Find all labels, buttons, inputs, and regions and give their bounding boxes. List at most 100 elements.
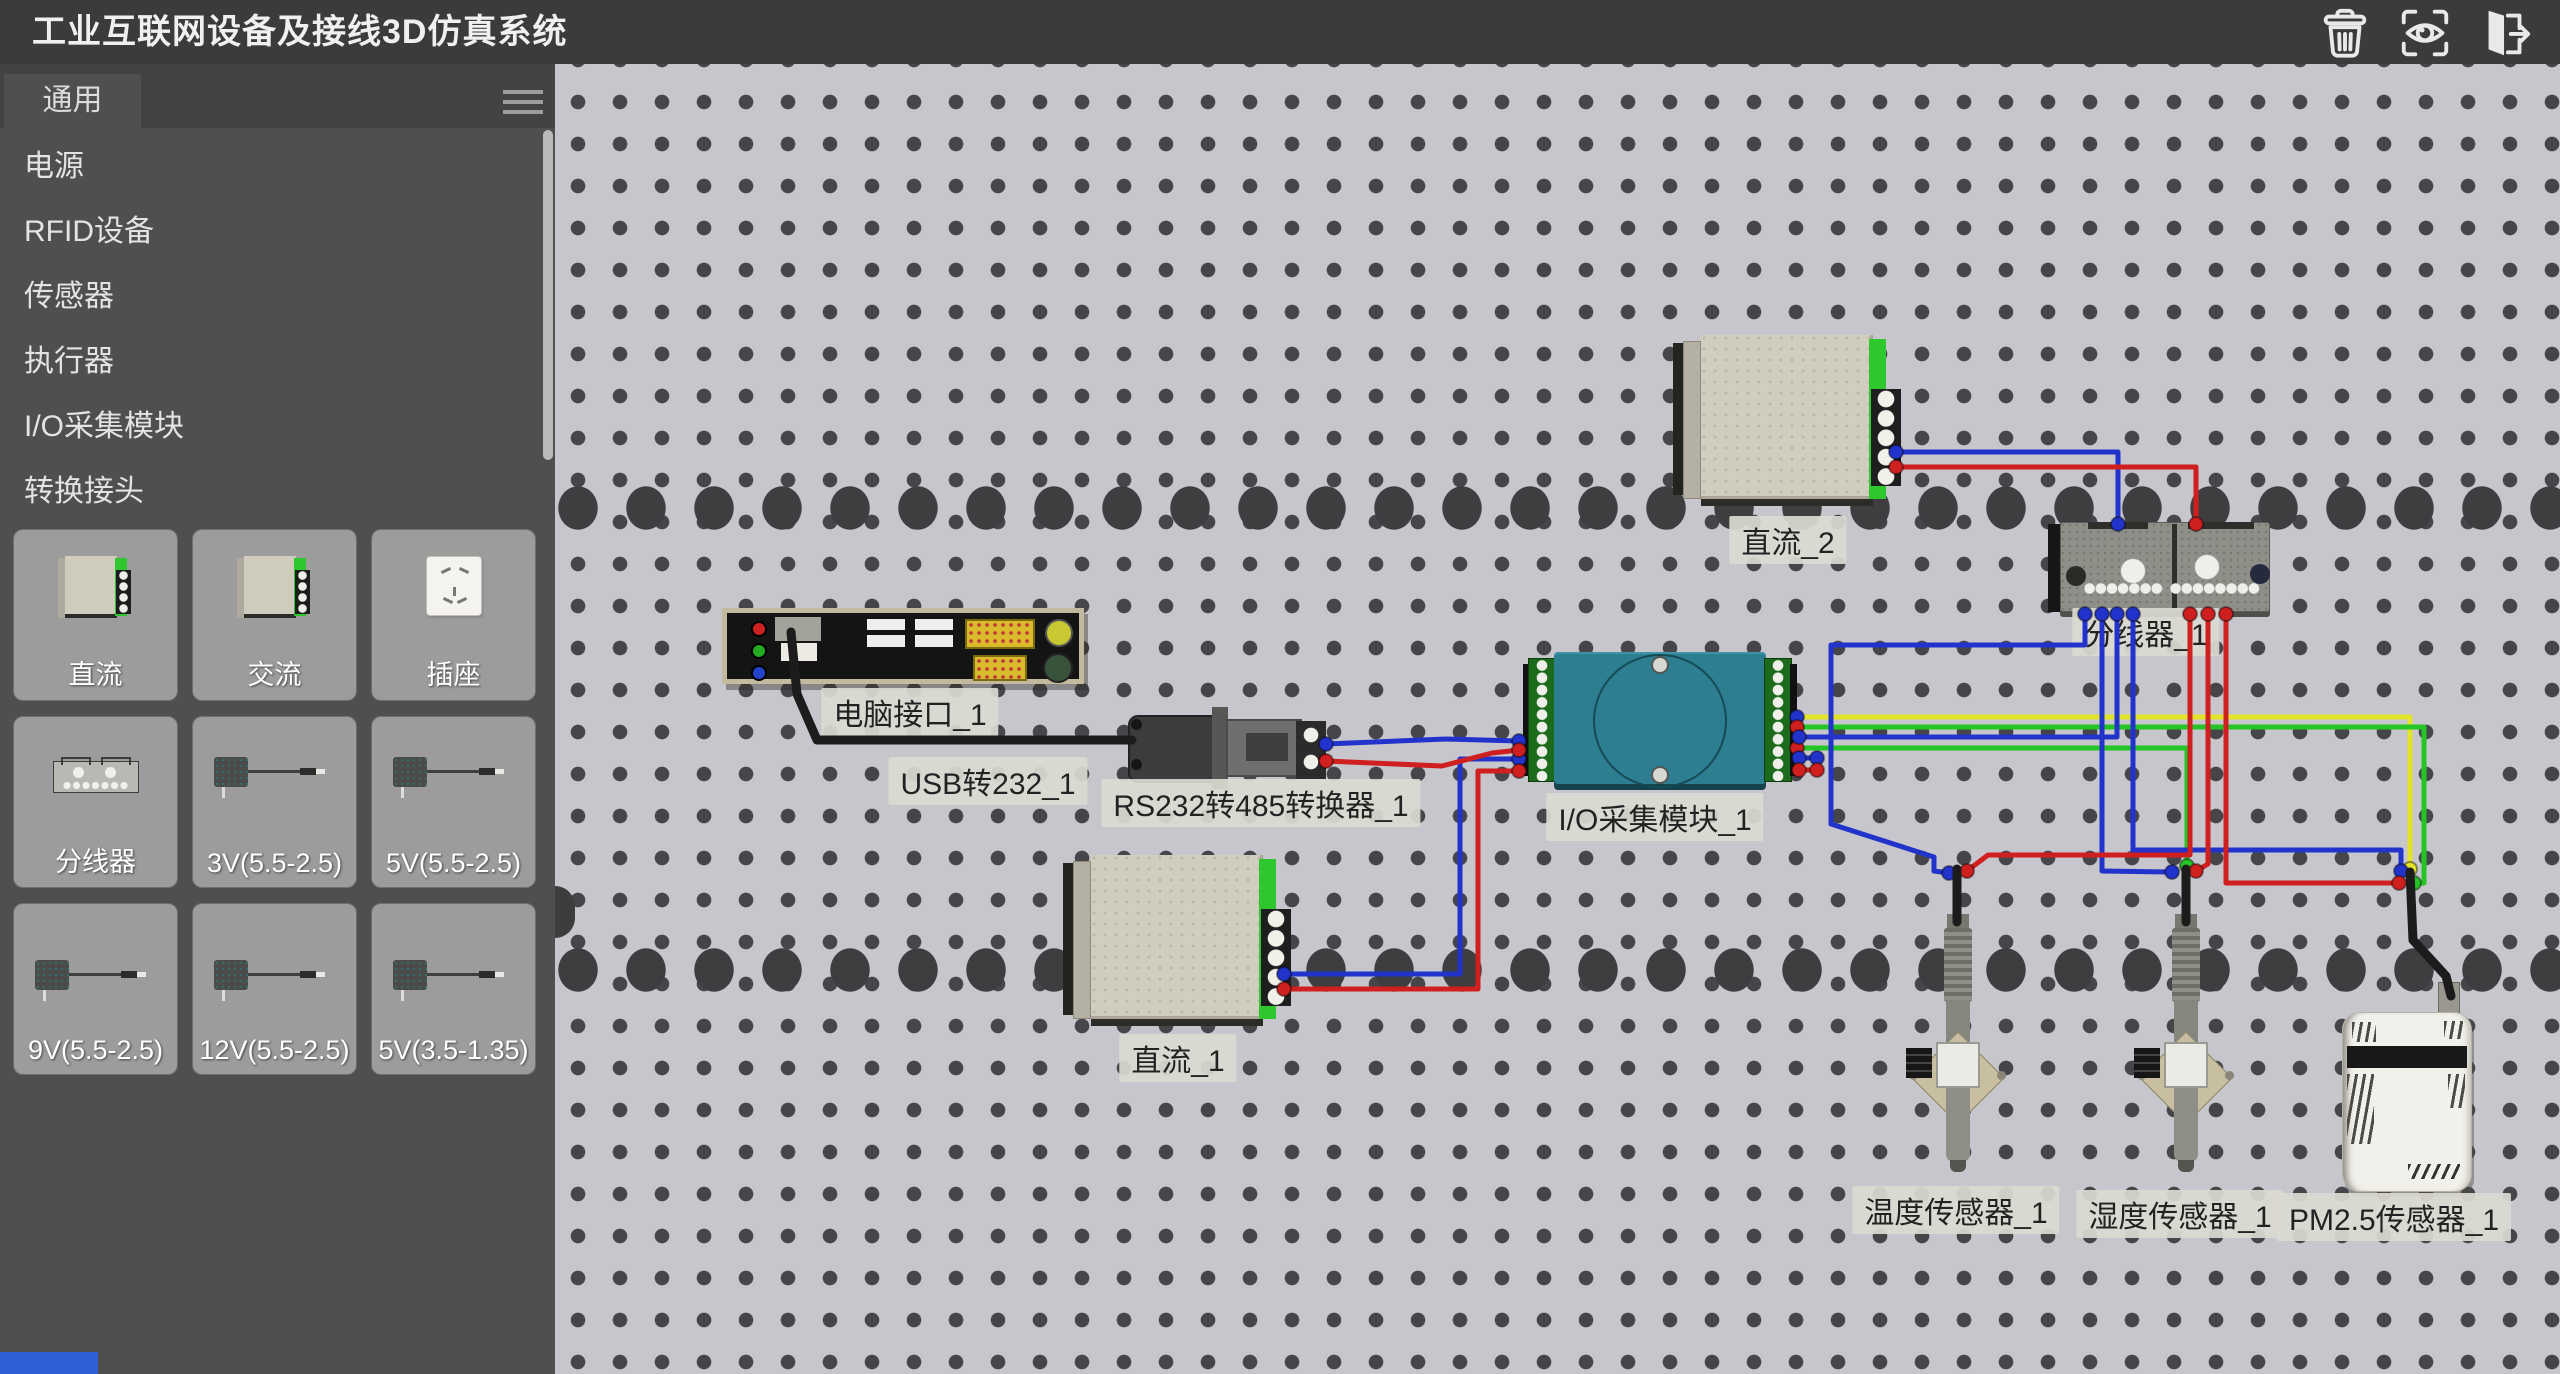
app-title: 工业互联网设备及接线3D仿真系统 xyxy=(32,0,567,64)
vent xyxy=(2347,1074,2374,1144)
dc-board-edge xyxy=(1073,861,1091,1019)
usb-port[interactable] xyxy=(915,619,953,647)
palette-item-12v-adapter[interactable]: 12V(5.5-2.5) xyxy=(192,903,357,1075)
screw xyxy=(1651,766,1669,784)
adapter-thumbnail xyxy=(214,753,336,803)
sensor-clamp xyxy=(2164,1042,2208,1088)
audio-jack-blue xyxy=(751,665,767,681)
adapter-thumbnail xyxy=(393,753,515,803)
palette-item-ac[interactable]: 交流 xyxy=(192,529,357,701)
palette-item-5v-adapter[interactable]: 5V(5.5-2.5) xyxy=(371,716,536,888)
device-label-tag: 分线器_1 xyxy=(2072,608,2219,656)
pm25-cable-gland xyxy=(2438,982,2460,1016)
dc-board-edge xyxy=(1063,863,1073,1015)
menu-item-rfid[interactable]: RFID设备 xyxy=(0,199,540,264)
device-dc-power-2[interactable] xyxy=(1673,335,1903,507)
exit-icon[interactable] xyxy=(2476,4,2534,62)
audio-jack-red xyxy=(751,621,767,637)
screw xyxy=(1131,719,1142,730)
device-label-tag: 湿度传感器_1 xyxy=(2076,1190,2283,1238)
pegboard-hole-band xyxy=(555,947,2560,993)
mount-hole xyxy=(1997,1071,2006,1080)
dc-board xyxy=(1091,855,1263,1019)
splitter-hole xyxy=(2066,566,2086,586)
device-temperature-sensor[interactable] xyxy=(1898,870,2018,1175)
dc-board-edge xyxy=(1683,341,1701,499)
sidebar: 通用 电源 RFID设备 传感器 执行器 I/O采集模块 转换接头 直流 交流 xyxy=(0,64,555,1374)
view-reset-icon[interactable] xyxy=(2396,4,2454,62)
serial-port[interactable] xyxy=(965,619,1035,649)
device-pc-interface[interactable] xyxy=(722,608,1084,684)
splitter-thumbnail xyxy=(53,757,139,797)
menu-item-power[interactable]: 电源 xyxy=(0,134,540,199)
palette-item-splitter[interactable]: 分线器 xyxy=(13,716,178,888)
sensor-pins xyxy=(1906,1048,1932,1078)
device-humidity-sensor[interactable] xyxy=(2126,870,2246,1175)
adapter-thumbnail xyxy=(214,956,336,1006)
round-connector xyxy=(1045,619,1073,647)
ac-board-thumbnail xyxy=(237,556,313,620)
adapter-thumbnail xyxy=(393,956,515,1006)
bottom-left-badge xyxy=(0,1352,98,1374)
palette-item-5v-small-adapter[interactable]: 5V(3.5-1.35) xyxy=(371,903,536,1075)
device-dc-power-1[interactable] xyxy=(1063,855,1293,1027)
rs485-terminal-block[interactable] xyxy=(1296,721,1326,779)
dc-board-thumbnail xyxy=(58,556,134,620)
device-splitter[interactable] xyxy=(2048,520,2276,616)
sensor-clamp xyxy=(1936,1042,1980,1088)
io-terminal-strip-left[interactable] xyxy=(1528,658,1556,782)
sensor-probe-tip xyxy=(1950,1160,1966,1172)
splitter-knob xyxy=(2120,558,2146,584)
device-io-module[interactable] xyxy=(1523,650,1797,790)
splitter-body xyxy=(2060,522,2270,612)
menu-item-io-module[interactable]: I/O采集模块 xyxy=(0,394,540,459)
palette-item-dc[interactable]: 直流 xyxy=(13,529,178,701)
dc-board-edge xyxy=(1673,343,1683,495)
category-menu: 电源 RFID设备 传感器 执行器 I/O采集模块 转换接头 xyxy=(0,134,540,524)
converter-slot xyxy=(1246,733,1288,761)
tab-general[interactable]: 通用 xyxy=(4,74,141,128)
app-window: 直流_2 电脑接口_1 USB转232_1 RS232转485转换器_1 I/O… xyxy=(0,0,2560,1374)
splitter-terminals[interactable] xyxy=(2170,582,2260,595)
sensor-collar xyxy=(2172,928,2200,1002)
device-pm25-sensor[interactable] xyxy=(2342,1012,2472,1192)
io-terminal-strip-right[interactable] xyxy=(1764,658,1792,782)
socket-thumbnail xyxy=(426,556,482,616)
splitter-terminals[interactable] xyxy=(2084,582,2163,595)
usb-port[interactable] xyxy=(781,643,817,661)
device-label-tag: PM2.5传感器_1 xyxy=(2277,1193,2511,1241)
splitter-notch xyxy=(2188,522,2254,529)
palette-item-9v-adapter[interactable]: 9V(5.5-2.5) xyxy=(13,903,178,1075)
vent xyxy=(2444,1021,2464,1039)
palette-item-3v-adapter[interactable]: 3V(5.5-2.5) xyxy=(192,716,357,888)
io-edge xyxy=(1790,664,1797,776)
splitter-divider xyxy=(2172,524,2177,608)
device-label-tag: 直流_1 xyxy=(1119,1034,1236,1082)
sensor-pins xyxy=(2134,1048,2160,1078)
dc-terminal-block[interactable] xyxy=(1261,909,1291,1006)
device-label-tag: 直流_2 xyxy=(1729,516,1846,564)
sidebar-scrollbar[interactable] xyxy=(543,130,553,460)
menu-item-adapter[interactable]: 转换接头 xyxy=(0,459,540,524)
usb-port[interactable] xyxy=(867,619,905,647)
sensor-collar xyxy=(1944,928,1972,1002)
screw xyxy=(1651,656,1669,674)
screw xyxy=(1131,759,1142,770)
pm25-band xyxy=(2347,1046,2467,1068)
audio-jack-green xyxy=(751,643,767,659)
menu-item-actuator[interactable]: 执行器 xyxy=(0,329,540,394)
round-connector xyxy=(1043,653,1073,683)
palette-item-socket[interactable]: 插座 xyxy=(371,529,536,701)
sensor-probe-tip xyxy=(2178,1160,2194,1172)
sensor-probe xyxy=(1946,1088,1970,1162)
dc-terminal-block[interactable] xyxy=(1871,389,1901,486)
dc-board xyxy=(1701,335,1873,499)
vent xyxy=(2448,1074,2465,1108)
trash-icon[interactable] xyxy=(2316,4,2374,62)
ps2-port xyxy=(775,617,821,641)
serial-port[interactable] xyxy=(973,655,1027,681)
menu-item-sensor[interactable]: 传感器 xyxy=(0,264,540,329)
device-label-tag: 电脑接口_1 xyxy=(821,688,998,736)
device-label-tag: RS232转485转换器_1 xyxy=(1101,779,1420,827)
device-label-tag: I/O采集模块_1 xyxy=(1546,793,1763,841)
